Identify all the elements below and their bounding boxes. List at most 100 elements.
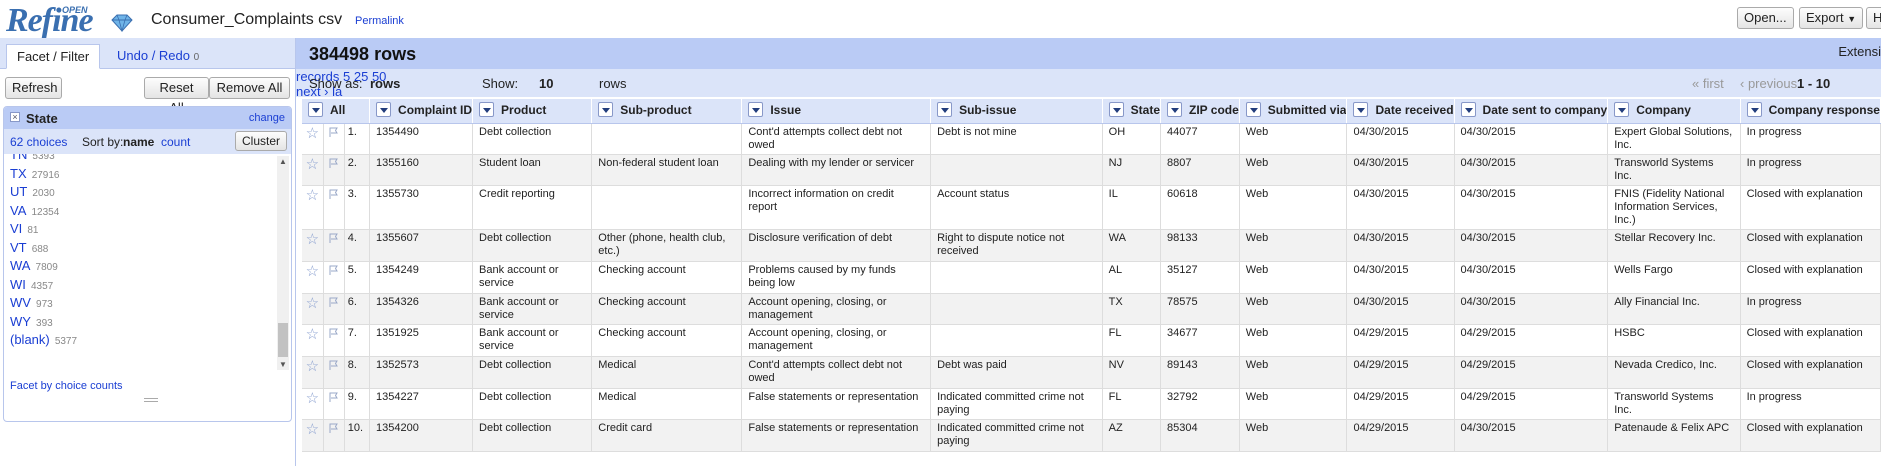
table-cell[interactable]: Bank account or service (472, 293, 593, 325)
table-cell[interactable]: 8807 (1160, 154, 1240, 186)
sort-by-count[interactable]: count (161, 135, 190, 149)
table-cell[interactable]: Web (1239, 154, 1348, 186)
star-icon[interactable]: ☆ (302, 293, 324, 325)
dropdown-arrow-icon[interactable] (1614, 102, 1630, 118)
table-cell[interactable]: Credit card (591, 419, 743, 452)
table-cell[interactable]: Web (1239, 229, 1348, 262)
table-cell[interactable]: Student loan (472, 154, 593, 186)
table-cell[interactable]: 1354249 (369, 261, 474, 294)
facet-choice[interactable]: UT 2030 (4, 183, 291, 202)
remove-all-button[interactable]: Remove All (209, 77, 290, 99)
facet-by-choice-counts-link[interactable]: Facet by choice counts (10, 380, 123, 392)
table-cell[interactable]: 04/29/2015 (1346, 419, 1455, 452)
table-cell[interactable]: Cont'd attempts collect debt not owed (741, 123, 932, 155)
star-icon[interactable]: ☆ (302, 388, 324, 420)
column-header[interactable]: Complaint ID (369, 99, 474, 124)
table-cell[interactable]: Bank account or service (472, 261, 593, 294)
table-cell[interactable]: 32792 (1160, 388, 1240, 420)
open-button[interactable]: Open... (1737, 7, 1794, 29)
table-cell[interactable]: In progress (1740, 154, 1881, 186)
table-cell[interactable]: Wells Fargo (1607, 261, 1741, 294)
table-cell[interactable]: Other (phone, health club, etc.) (591, 229, 743, 262)
table-cell[interactable]: 1354200 (369, 419, 474, 452)
table-cell[interactable]: Web (1239, 293, 1348, 325)
table-cell[interactable]: HSBC (1607, 324, 1741, 357)
table-cell[interactable]: Account opening, closing, or management (741, 293, 932, 325)
table-cell[interactable]: WA (1102, 229, 1162, 262)
dropdown-arrow-icon[interactable] (479, 102, 495, 118)
table-cell[interactable]: 1355730 (369, 185, 474, 230)
table-cell[interactable]: Account status (930, 185, 1103, 230)
flag-icon[interactable] (323, 154, 345, 186)
facet-choice-name[interactable]: (blank) (10, 332, 50, 347)
table-cell[interactable]: FL (1102, 324, 1162, 357)
table-cell[interactable]: 1351925 (369, 324, 474, 357)
column-header[interactable]: State (1102, 99, 1162, 124)
dropdown-arrow-icon[interactable] (1460, 102, 1476, 118)
facet-choice-name[interactable]: UT (10, 184, 27, 199)
table-cell[interactable]: 04/30/2015 (1454, 229, 1609, 262)
table-cell[interactable]: 1352573 (369, 356, 474, 389)
table-cell[interactable]: False statements or representation (741, 419, 932, 452)
cluster-button[interactable]: Cluster (234, 131, 287, 151)
table-cell[interactable]: 04/30/2015 (1346, 154, 1455, 186)
table-cell[interactable]: Closed with explanation (1740, 185, 1881, 230)
table-cell[interactable]: Indicated committed crime not paying (930, 419, 1103, 452)
refresh-button[interactable]: Refresh (5, 77, 62, 99)
column-header[interactable]: Product (472, 99, 593, 124)
table-cell[interactable]: Closed with explanation (1740, 419, 1881, 452)
table-cell[interactable]: TX (1102, 293, 1162, 325)
table-cell[interactable]: FNIS (Fidelity National Information Serv… (1607, 185, 1741, 230)
help-button[interactable]: H (1866, 7, 1881, 29)
dropdown-arrow-icon[interactable] (748, 102, 764, 118)
table-cell[interactable]: Debt is not mine (930, 123, 1103, 155)
table-cell[interactable]: Dealing with my lender or servicer (741, 154, 932, 186)
table-cell[interactable]: AL (1102, 261, 1162, 294)
facet-choice[interactable]: WA 7809 (4, 257, 291, 276)
dropdown-arrow-icon[interactable] (1746, 102, 1762, 118)
facet-choice-name[interactable]: WI (10, 277, 26, 292)
table-cell[interactable]: 04/30/2015 (1454, 123, 1609, 155)
table-cell[interactable]: 04/29/2015 (1454, 388, 1609, 420)
extensions-menu[interactable]: Extensi (1838, 44, 1881, 59)
show-as-rows[interactable]: rows (370, 76, 400, 91)
table-cell[interactable]: 04/30/2015 (1346, 293, 1455, 325)
table-cell[interactable]: 04/30/2015 (1454, 154, 1609, 186)
star-icon[interactable]: ☆ (302, 154, 324, 186)
star-icon[interactable]: ☆ (302, 419, 324, 452)
dropdown-arrow-icon[interactable] (1108, 102, 1124, 118)
table-cell[interactable]: 1355607 (369, 229, 474, 262)
table-cell[interactable]: 34677 (1160, 324, 1240, 357)
dropdown-arrow-icon[interactable] (1245, 102, 1261, 118)
dropdown-arrow-icon[interactable] (1353, 102, 1369, 118)
facet-choice[interactable]: VA 12354 (4, 202, 291, 221)
flag-icon[interactable] (323, 419, 345, 452)
star-icon[interactable]: ☆ (302, 261, 324, 294)
flag-icon[interactable] (323, 229, 345, 262)
table-cell[interactable] (930, 154, 1103, 186)
table-cell[interactable]: Ally Financial Inc. (1607, 293, 1741, 325)
table-cell[interactable]: Checking account (591, 261, 743, 294)
table-cell[interactable]: 04/30/2015 (1346, 261, 1455, 294)
table-cell[interactable]: IL (1102, 185, 1162, 230)
dropdown-arrow-icon[interactable] (598, 102, 614, 118)
tab-facet-filter[interactable]: Facet / Filter (6, 44, 101, 69)
column-header[interactable]: ZIP code (1160, 99, 1240, 124)
star-icon[interactable]: ☆ (302, 324, 324, 357)
column-header[interactable]: Date received (1346, 99, 1455, 124)
table-cell[interactable]: 78575 (1160, 293, 1240, 325)
scroll-down-icon[interactable]: ▼ (279, 360, 287, 369)
flag-icon[interactable] (323, 324, 345, 357)
table-cell[interactable]: 04/29/2015 (1346, 388, 1455, 420)
table-cell[interactable]: FL (1102, 388, 1162, 420)
table-cell[interactable]: Debt collection (472, 419, 593, 452)
flag-icon[interactable] (323, 388, 345, 420)
table-cell[interactable]: 04/29/2015 (1454, 324, 1609, 357)
facet-choice-name[interactable]: TX (10, 166, 27, 181)
table-cell[interactable]: Nevada Credico, Inc. (1607, 356, 1741, 389)
facet-choice[interactable]: WY 393 (4, 313, 291, 332)
facet-choice-name[interactable]: VI (10, 221, 22, 236)
column-header[interactable]: Sub-product (591, 99, 743, 124)
table-cell[interactable]: Patenaude & Felix APC (1607, 419, 1741, 452)
table-cell[interactable]: 04/30/2015 (1454, 261, 1609, 294)
